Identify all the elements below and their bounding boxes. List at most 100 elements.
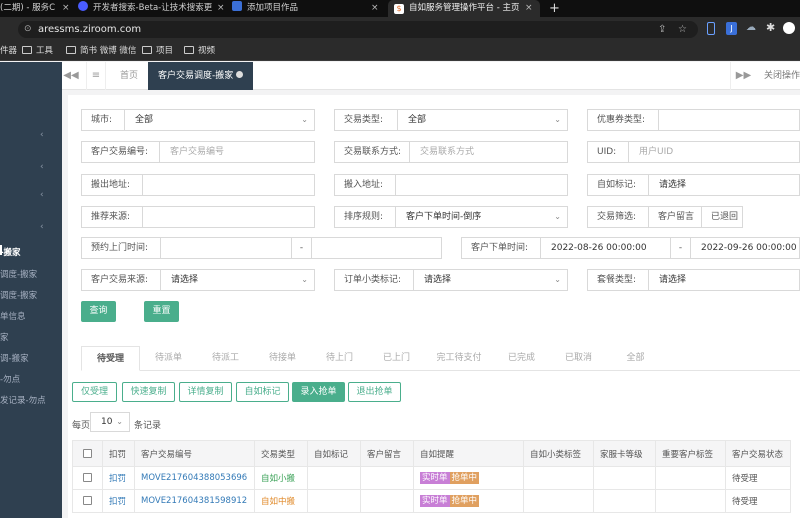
ziru-mark-select[interactable]: 请选择: [648, 174, 800, 196]
scroll-left-icon[interactable]: ◀◀: [62, 62, 80, 90]
contact-input[interactable]: 交易联系方式: [409, 141, 568, 163]
move-in-input[interactable]: [395, 174, 568, 196]
chevron-down-icon: ⌄: [301, 275, 308, 284]
sidebar-item-donotclick[interactable]: -勿点: [0, 373, 20, 385]
row-checkbox[interactable]: [83, 473, 92, 482]
bookmark-folder-tools[interactable]: 工具: [22, 45, 53, 58]
grabbing-badge: 抢单中: [449, 472, 480, 484]
url-input[interactable]: ⊙ aressms.ziroom.com ⇪ ☆: [18, 21, 698, 38]
detail-copy-button[interactable]: 详情复制: [179, 382, 232, 402]
tab-pending-dispatch[interactable]: 待派单: [140, 346, 197, 371]
package-select[interactable]: 请选择: [648, 269, 800, 291]
tab-pending-take[interactable]: 待接单: [254, 346, 311, 371]
ziru-mark-button[interactable]: 自如标记: [236, 382, 289, 402]
row-checkbox[interactable]: [83, 496, 92, 505]
sidebar-item-home[interactable]: 家: [0, 331, 9, 343]
chevron-left-icon[interactable]: ‹: [40, 190, 44, 200]
select-all-checkbox[interactable]: [83, 448, 92, 458]
filter-customer-message[interactable]: 客户留言: [648, 206, 702, 228]
query-button[interactable]: 查询: [81, 301, 116, 322]
quick-copy-button[interactable]: 快速复制: [122, 382, 175, 402]
chevron-down-icon: ⌄: [554, 115, 561, 124]
extension-cloud-icon[interactable]: ☁: [746, 22, 758, 35]
browser-tab-3[interactable]: 添加项目作品 ×: [232, 0, 382, 17]
sidebar-item-dispatch[interactable]: 调度-搬家: [0, 268, 37, 280]
close-icon[interactable]: ×: [217, 0, 225, 17]
sidebar-item-records[interactable]: 发记录-勿点: [0, 394, 46, 406]
city-select[interactable]: 全部 ⌄: [124, 109, 315, 131]
star-icon[interactable]: ☆: [678, 21, 687, 38]
tab-cancelled[interactable]: 已取消: [550, 346, 607, 371]
page-size-select[interactable]: 10 ⌄: [90, 412, 130, 432]
coupon-type-select[interactable]: [658, 109, 800, 131]
tab-visited[interactable]: 已上门: [368, 346, 425, 371]
close-tab-icon[interactable]: [236, 71, 244, 78]
profile-avatar-icon[interactable]: [783, 22, 795, 34]
order-time-end-input[interactable]: 2022-09-26 00:00:00: [690, 237, 800, 259]
extension-phone-icon[interactable]: [707, 22, 715, 35]
sidebar-item-dispatch-2[interactable]: 调度-搬家: [0, 289, 37, 301]
share-icon[interactable]: ⇪: [658, 21, 666, 38]
order-time-start-input[interactable]: 2022-08-26 00:00:00: [540, 237, 671, 259]
uid-input[interactable]: 用户UID: [628, 141, 800, 163]
trade-table: 扣罚 客户交易编号 交易类型 自如标记 客户留言 自如提醒 自如小类标签 家服卡…: [72, 440, 791, 513]
trade-no-input[interactable]: 客户交易编号: [159, 141, 315, 163]
tab-pending-payment[interactable]: 完工待支付: [425, 346, 493, 371]
referral-input[interactable]: [142, 206, 315, 228]
source-label: 客户交易来源:: [81, 269, 161, 291]
filter-returned[interactable]: 已退回: [701, 206, 743, 228]
close-icon[interactable]: ×: [371, 0, 379, 17]
browser-tab-1[interactable]: (二期) - 服务C ×: [0, 0, 72, 17]
tab-pending-assign[interactable]: 待派工: [197, 346, 254, 371]
menu-icon[interactable]: ≡: [86, 62, 106, 90]
extension-j-icon[interactable]: J: [726, 22, 737, 35]
appoint-start-input[interactable]: [160, 237, 292, 259]
chevron-left-icon[interactable]: ‹: [40, 130, 44, 140]
trade-type-select[interactable]: 全部 ⌄: [397, 109, 568, 131]
penalty-link[interactable]: 扣罚: [109, 474, 126, 484]
reset-button[interactable]: 重置: [144, 301, 179, 322]
exit-grab-button[interactable]: 退出抢单: [348, 382, 401, 402]
sidebar-item-move[interactable]: -搬家: [0, 246, 21, 258]
project-favicon-icon: [232, 1, 242, 11]
accept-only-button[interactable]: 仅受理: [72, 382, 117, 402]
tab-customer-trade-dispatch[interactable]: 客户交易调度-搬家: [148, 62, 254, 90]
close-icon[interactable]: ×: [525, 0, 533, 17]
bookmark-folder-video[interactable]: 视频: [184, 45, 215, 58]
column-header: 客户交易状态: [725, 440, 791, 467]
extensions-puzzle-icon[interactable]: ✱: [766, 21, 775, 34]
trade-no-link[interactable]: MOVE217604381598912: [141, 496, 247, 506]
bookmark-folder-social[interactable]: 简书 微博 微信: [66, 45, 136, 58]
tab-all[interactable]: 全部: [607, 346, 664, 371]
penalty-link[interactable]: 扣罚: [109, 497, 126, 507]
scroll-right-icon[interactable]: ▶▶: [730, 62, 756, 90]
uid-label: UID:: [587, 141, 629, 163]
tab-pending-accept[interactable]: 待受理: [81, 346, 140, 371]
tab-completed[interactable]: 已完成: [493, 346, 550, 371]
source-select[interactable]: 请选择 ⌄: [160, 269, 315, 291]
sidebar-item-adjust[interactable]: 调-搬家: [0, 352, 29, 364]
chevron-left-icon[interactable]: ‹: [40, 162, 44, 172]
enter-grab-button[interactable]: 录入抢单: [292, 382, 345, 402]
trade-type-label: 交易类型:: [334, 109, 398, 131]
new-tab-button[interactable]: +: [549, 0, 563, 17]
chevron-left-icon[interactable]: ‹: [40, 222, 44, 232]
site-info-icon[interactable]: ⊙: [24, 21, 32, 38]
tab-home[interactable]: 首页: [110, 62, 148, 90]
bookmark-folder-projects[interactable]: 项目: [142, 45, 173, 58]
close-ops-button[interactable]: 关闭操作: [754, 62, 800, 90]
appoint-end-input[interactable]: [311, 237, 442, 259]
browser-tab-2[interactable]: 开发者搜索-Beta-让技术搜索更 ×: [78, 0, 228, 17]
column-header: 自如标记: [307, 440, 361, 467]
browser-tab-4[interactable]: $ 自如服务管理操作平台 - 主页 ×: [388, 0, 540, 17]
sidebar-item-order-info[interactable]: 单信息: [0, 310, 26, 322]
status-cell: 待受理: [725, 466, 791, 490]
trade-no-link[interactable]: MOVE217604388053696: [141, 473, 247, 483]
bookmark-item[interactable]: 件器: [0, 45, 17, 58]
tab-pending-visit[interactable]: 待上门: [311, 346, 368, 371]
realtime-badge: 实时单: [420, 495, 450, 507]
sub-mark-select[interactable]: 请选择 ⌄: [413, 269, 568, 291]
sort-select[interactable]: 客户下单时间-倒序 ⌄: [395, 206, 568, 228]
close-icon[interactable]: ×: [62, 0, 70, 17]
move-out-input[interactable]: [142, 174, 315, 196]
